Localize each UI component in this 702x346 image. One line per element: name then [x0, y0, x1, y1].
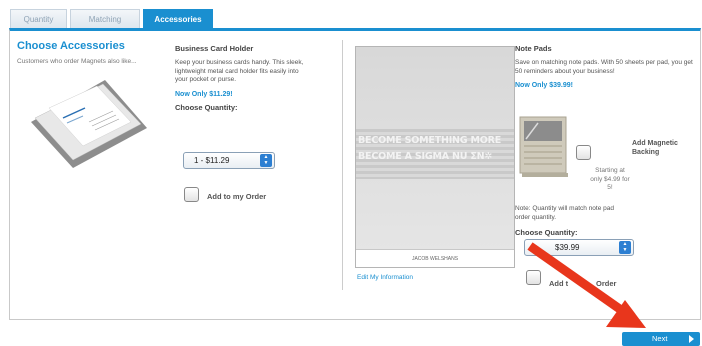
note-pads-quantity-select[interactable]: $39.99 ▲ ▼ — [524, 239, 634, 256]
business-card-add-label: Add to my Order — [207, 192, 267, 201]
magnetic-backing-label: Add Magnetic Backing — [632, 140, 678, 156]
note-pad-image — [519, 116, 568, 177]
select-arrows-icon: ▲ ▼ — [619, 241, 631, 254]
business-card-holder-image — [31, 80, 147, 168]
edit-information-link[interactable]: Edit My Information — [357, 274, 413, 281]
select-arrows-icon: ▲ ▼ — [260, 154, 272, 167]
tab-quantity[interactable]: Quantity — [10, 9, 67, 29]
play-arrow-icon — [689, 335, 694, 343]
note-pads-section: Note Pads Save on matching note pads. Wi… — [515, 44, 693, 89]
note-pads-quantity-note: Note: Quantity will match note pad order… — [515, 205, 614, 221]
magnetic-starting-price: Starting at only $4.99 for 5! — [590, 167, 630, 191]
section-subtitle: Customers who order Magnets also like... — [17, 58, 137, 65]
preview-motto-line2: BECOME A SIGMA NU ΣN✲ — [358, 151, 493, 162]
business-card-description: Keep your business cards handy. This sle… — [175, 59, 304, 83]
magnetic-backing-checkbox[interactable] — [576, 145, 591, 160]
preview-name: JACOB WELSHANS — [356, 249, 514, 267]
note-pads-selected-value: $39.99 — [555, 243, 580, 252]
business-card-title: Business Card Holder — [175, 44, 254, 53]
tab-bar: Quantity Matching Accessories — [10, 9, 216, 29]
note-pads-title: Note Pads — [515, 44, 552, 53]
preview-motto-line1: BECOME SOMETHING MORE — [358, 135, 502, 146]
note-pads-description: Save on matching note pads. With 50 shee… — [515, 59, 693, 75]
section-divider — [342, 40, 343, 290]
business-card-price: Now Only $11.29! — [175, 90, 233, 98]
business-card-quantity-select[interactable]: 1 - $11.29 ▲ ▼ — [183, 152, 275, 169]
business-card-add-checkbox[interactable] — [184, 187, 199, 202]
tab-accessories[interactable]: Accessories — [143, 9, 213, 29]
note-pads-choose-label: Choose Quantity: — [515, 228, 578, 237]
note-pads-add-checkbox[interactable] — [526, 270, 541, 285]
business-card-selected-value: 1 - $11.29 — [194, 156, 230, 165]
preview-motto: BECOME SOMETHING MORE BECOME A SIGMA NU … — [358, 133, 501, 165]
note-pads-add-label-start: Add t — [549, 279, 569, 288]
business-card-section: Business Card Holder Keep your business … — [175, 44, 305, 112]
business-card-preview: BECOME SOMETHING MORE BECOME A SIGMA NU … — [355, 46, 515, 268]
section-title: Choose Accessories — [17, 40, 125, 52]
business-card-choose-label: Choose Quantity: — [175, 102, 238, 112]
note-pads-price: Now Only $39.99! — [515, 82, 573, 89]
next-button-label: Next — [652, 334, 668, 343]
next-button[interactable]: Next — [622, 332, 700, 346]
tab-matching[interactable]: Matching — [70, 9, 140, 29]
note-pads-add-label-end: Order — [596, 279, 617, 288]
